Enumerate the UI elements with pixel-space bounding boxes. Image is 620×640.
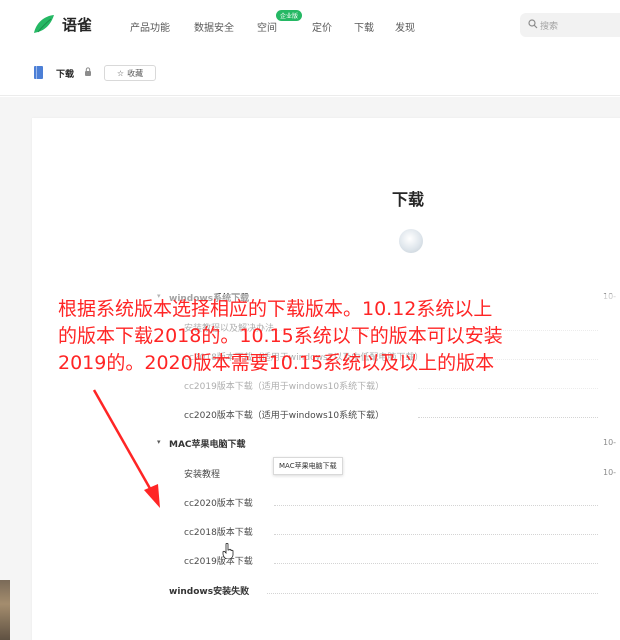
toc-row[interactable]: windows安装失败 [0, 583, 620, 605]
logo[interactable]: 语雀 [32, 13, 92, 35]
toc-leader-dots [274, 563, 598, 564]
toc-leader-dots [418, 417, 598, 418]
toc-row[interactable]: cc2020版本下载（适用于windows10系统下载） [0, 407, 620, 429]
top-navbar: 语雀 产品功能 数据安全 空间 定价 下载 发现 企业版 搜索 [0, 0, 620, 50]
avatar[interactable] [399, 229, 423, 253]
search-box[interactable]: 搜索 [520, 13, 620, 37]
toc-row[interactable]: cc2018版本下载 [0, 524, 620, 546]
annotation-line: 的版本下载2018的。10.15系统以下的版本可以安装 [58, 325, 503, 347]
toc-date: 10- [603, 438, 617, 447]
search-placeholder: 搜索 [540, 22, 559, 32]
lock-icon [85, 67, 91, 76]
favorite-label: 收藏 [127, 68, 144, 78]
annotation-line: 根据系统版本选择相应的下载版本。10.12系统以上 [58, 298, 493, 320]
toc-link[interactable]: 安装教程 [184, 467, 220, 480]
enterprise-badge: 企业版 [276, 10, 303, 21]
toc-date: 10- [603, 468, 617, 477]
toc-link[interactable]: cc2018版本下载 [184, 525, 253, 538]
yuque-bird-icon [34, 15, 54, 33]
favorite-button[interactable]: ☆ 收藏 [104, 65, 156, 81]
nav-item[interactable]: 发现 [395, 19, 415, 34]
toc-leader-dots [274, 505, 598, 506]
nav-item[interactable]: 下载 [354, 19, 374, 34]
toc-link[interactable]: cc2019版本下载 [184, 554, 253, 567]
nav-item[interactable]: 产品功能 [130, 19, 170, 34]
tooltip: MAC苹果电脑下载 [273, 457, 343, 475]
doc-breadcrumb-title[interactable]: 下载 [56, 67, 74, 80]
nav-item[interactable]: 定价 [312, 19, 332, 34]
caret-down-icon[interactable]: ▾ [157, 438, 161, 446]
side-thumbnail [0, 580, 10, 640]
toc-link[interactable]: windows安装失败 [169, 584, 249, 597]
toc-row[interactable]: cc2019版本下载 [0, 553, 620, 575]
nav-item[interactable]: 数据安全 [194, 19, 234, 34]
toc-leader-dots [267, 593, 598, 594]
annotation-text: 根据系统版本选择相应的下载版本。10.12系统以上 的版本下载2018的。10.… [58, 296, 618, 377]
toc-row[interactable]: ▾ MAC苹果电脑下载 10- [0, 436, 620, 458]
book-icon [34, 66, 43, 79]
hand-cursor-icon [222, 543, 234, 559]
star-icon: ☆ [116, 68, 125, 78]
annotation-line: 2019的。2020版本需要10.15系统以及以上的版本 [58, 352, 495, 374]
search-icon [528, 19, 538, 29]
toc-leader-dots [274, 534, 598, 535]
toc-link[interactable]: cc2020版本下载（适用于windows10系统下载） [184, 408, 384, 421]
logo-text: 语雀 [62, 15, 93, 34]
doc-header-bar: 下载 ☆ 收藏 [0, 50, 620, 96]
toc-link[interactable]: MAC苹果电脑下载 [169, 437, 246, 450]
toc-link[interactable]: cc2020版本下载 [184, 496, 253, 509]
nav-item[interactable]: 空间 [257, 19, 277, 34]
toc-row[interactable]: cc2020版本下载 [0, 495, 620, 517]
page-title: 下载 [392, 190, 425, 209]
